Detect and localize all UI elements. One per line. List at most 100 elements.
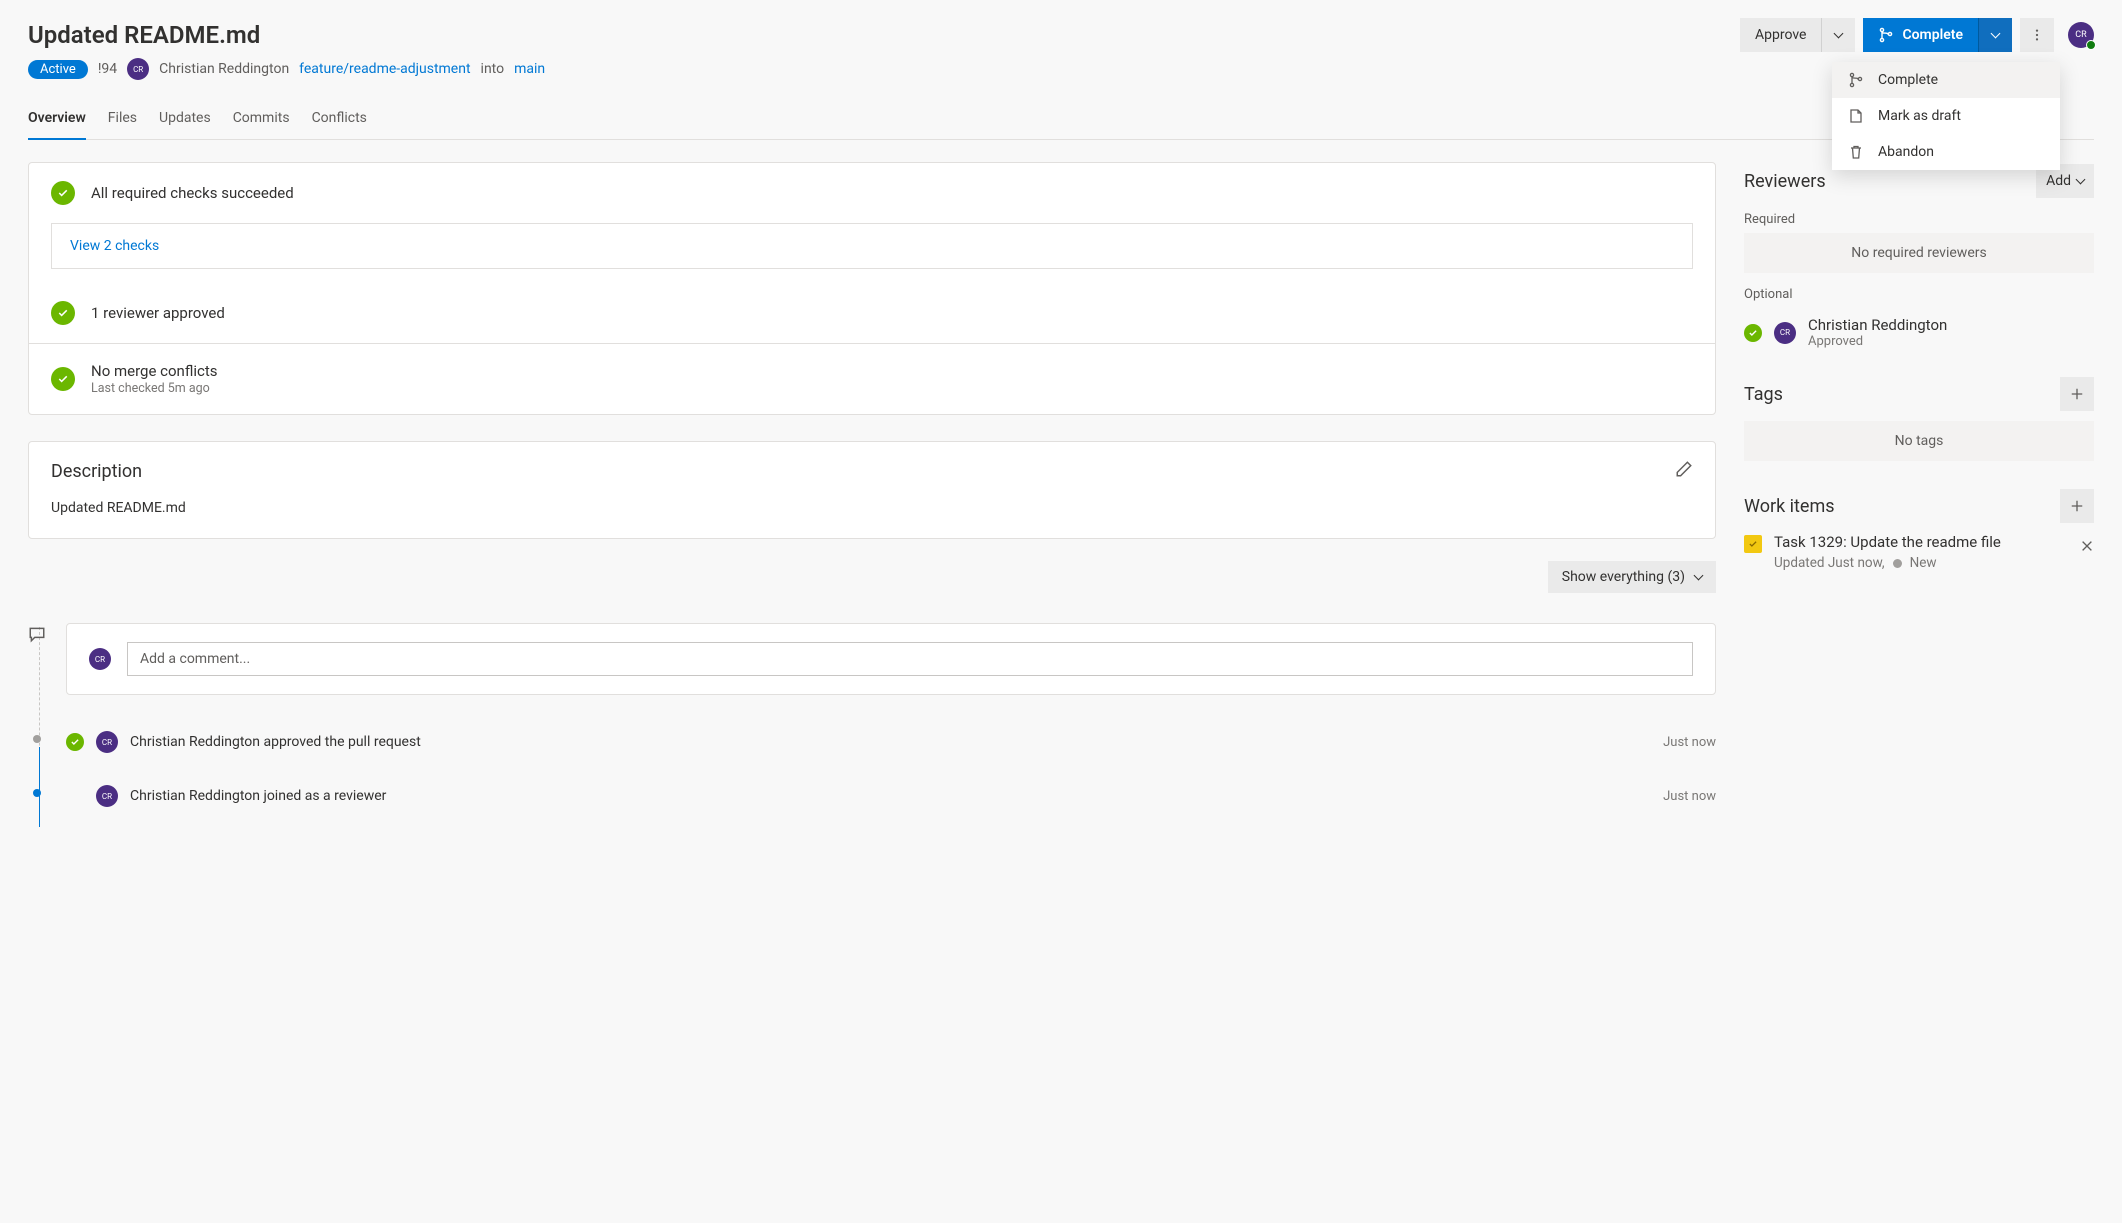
event-item: CR Christian Reddington joined as a revi… [66,771,1716,821]
tabs: Overview Files Updates Commits Conflicts [28,102,2094,140]
commenter-avatar: CR [89,648,111,670]
tags-placeholder: No tags [1744,421,2094,461]
presence-available-icon [2086,40,2096,50]
avatar-initials: CR [2075,30,2086,40]
complete-menu-item-abandon[interactable]: Abandon [1832,134,2060,170]
check-success-icon [51,181,75,205]
tab-updates[interactable]: Updates [159,102,211,140]
reviewers-title: Reviewers [1744,171,1826,192]
status-reviewer-text: 1 reviewer approved [91,304,225,322]
add-reviewer-label: Add [2046,173,2071,189]
status-conflicts-row: No merge conflicts Last checked 5m ago [29,343,1715,414]
merge-icon [1878,27,1894,43]
menu-item-label: Complete [1878,72,1938,88]
reviewers-section: Reviewers Add Required No required revie… [1744,164,2094,349]
event-time: Just now [1663,789,1716,804]
activity-filter-button[interactable]: Show everything (3) [1548,561,1716,593]
status-badge: Active [28,60,88,79]
work-items-section: Work items Task 1329: Update the readme … [1744,489,2094,571]
page-title: Updated README.md [28,21,260,49]
plus-icon [2070,387,2084,401]
trash-icon [1848,144,1864,160]
complete-split-button: Complete [1863,18,2012,52]
approve-chevron[interactable] [1821,18,1855,52]
reviewer-row: CR Christian Reddington Approved [1744,316,2094,349]
complete-menu-item-complete[interactable]: Complete [1832,62,2060,98]
view-checks-box: View 2 checks [51,223,1693,269]
required-placeholder: No required reviewers [1744,233,2094,273]
edit-description-button[interactable] [1675,460,1693,482]
add-comment-input[interactable]: Add a comment... [127,642,1693,676]
approve-split-button: Approve [1740,18,1855,52]
event-avatar: CR [96,731,118,753]
chevron-down-icon [1835,27,1842,43]
menu-item-label: Abandon [1878,144,1934,160]
timeline-dot [33,789,41,797]
close-icon [2080,539,2094,553]
tab-overview[interactable]: Overview [28,102,86,140]
add-work-item-button[interactable] [2060,489,2094,523]
avatar-initials: CR [1780,328,1790,337]
check-success-icon [51,301,75,325]
approve-button[interactable]: Approve [1740,18,1821,52]
more-actions-button[interactable] [2020,18,2054,52]
reviewer-name: Christian Reddington [1808,316,1947,334]
complete-button[interactable]: Complete [1863,18,1978,52]
target-branch-link[interactable]: main [514,61,545,77]
status-checks-row: All required checks succeeded [29,163,1715,223]
pr-meta-row: Active !94 CR Christian Reddington featu… [28,58,2094,80]
required-label: Required [1744,212,2094,227]
tab-commits[interactable]: Commits [233,102,290,140]
work-item-row: Task 1329: Update the readme file Update… [1744,533,2094,571]
tags-section: Tags No tags [1744,377,2094,461]
pr-id: !94 [98,61,117,77]
optional-label: Optional [1744,287,2094,302]
work-item-title[interactable]: Task 1329: Update the readme file [1774,533,2068,551]
avatar-initials: CR [102,792,112,801]
avatar-initials: CR [95,655,105,664]
chevron-down-icon [2077,173,2084,189]
more-vertical-icon [2030,28,2044,42]
author-avatar[interactable]: CR [127,58,149,80]
avatar-initials: CR [133,65,143,74]
event-time: Just now [1663,735,1716,750]
event-avatar: CR [96,785,118,807]
chevron-down-icon [1992,27,1999,43]
status-card: All required checks succeeded View 2 che… [28,162,1716,415]
timeline-rail-solid [39,747,40,827]
work-item-updated: Updated Just now, [1774,555,1885,571]
remove-work-item-button[interactable] [2080,539,2094,557]
tab-files[interactable]: Files [108,102,137,140]
tab-conflicts[interactable]: Conflicts [312,102,367,140]
into-label: into [481,61,505,77]
event-item: CR Christian Reddington approved the pul… [66,717,1716,767]
event-text: Christian Reddington approved the pull r… [130,734,1651,750]
source-branch-link[interactable]: feature/readme-adjustment [299,61,470,77]
timeline-dot [33,735,41,743]
chevron-down-icon [1695,569,1702,585]
menu-item-label: Mark as draft [1878,108,1961,124]
state-dot-icon [1893,559,1902,568]
pencil-icon [1675,460,1693,478]
check-success-icon [1744,324,1762,342]
add-tag-button[interactable] [2060,377,2094,411]
draft-icon [1848,108,1864,124]
avatar-initials: CR [102,738,112,747]
reviewer-status: Approved [1808,334,1947,349]
work-item-state: New [1910,555,1937,571]
filter-label: Show everything (3) [1562,569,1685,585]
view-checks-link[interactable]: View 2 checks [70,238,159,254]
complete-chevron[interactable] [1978,18,2012,52]
description-card: Description Updated README.md [28,441,1716,539]
complete-menu-item-draft[interactable]: Mark as draft [1832,98,2060,134]
event-text: Christian Reddington joined as a reviewe… [130,788,1651,804]
merge-icon [1848,72,1864,88]
description-body: Updated README.md [51,500,1693,516]
work-items-title: Work items [1744,496,1835,517]
profile-avatar[interactable]: CR [2068,22,2094,48]
status-conflicts-text: No merge conflicts [91,362,217,380]
reviewer-avatar[interactable]: CR [1774,322,1796,344]
task-icon [1744,535,1762,553]
plus-icon [2070,499,2084,513]
check-success-icon [51,367,75,391]
